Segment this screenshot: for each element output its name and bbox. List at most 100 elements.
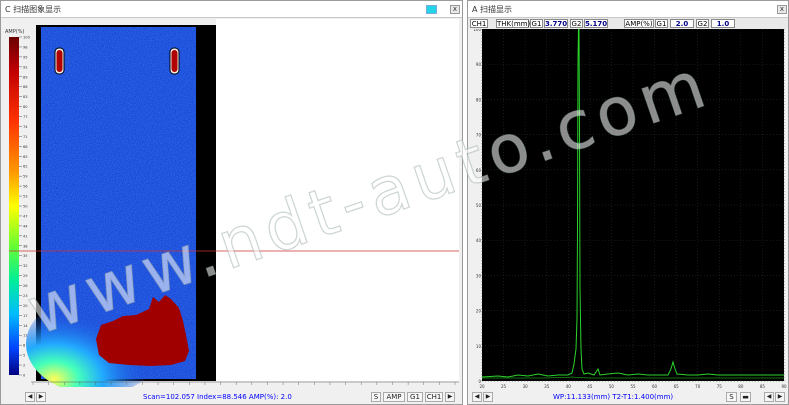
a-scan-x-tick-label: 35 — [544, 384, 550, 389]
a-scan-nav-left[interactable]: ◀ — [472, 392, 482, 402]
scan-axis-tick-label: 100 — [186, 386, 194, 387]
a-scan-y-tick-label: 10 — [476, 344, 482, 349]
color-scale-tick-label: 53 — [23, 195, 28, 199]
color-scale-tick-label: 0 — [23, 374, 26, 378]
a-scan-close-button[interactable]: x — [777, 5, 787, 14]
scan-axis-tick-label: 160 — [279, 386, 287, 387]
c-scan-amp-button[interactable]: AMP — [383, 392, 405, 402]
scan-axis-tick-label: 190 — [326, 386, 334, 387]
a-scan-y-tick-label: 70 — [476, 133, 482, 138]
color-scale-tick-label: 2 — [23, 364, 25, 368]
a-scan-x-tick-label: 75 — [717, 384, 723, 389]
scan-empty-area — [216, 19, 459, 381]
scan-axis-tick-label: 0 — [32, 386, 35, 387]
a-scan-y-tick-label: 100 — [473, 29, 481, 32]
thk-g2-label: G2 — [570, 19, 583, 28]
a-scan-nav-right-end[interactable]: ▶ — [775, 392, 785, 402]
scan-axis-tick-label: 260 — [436, 386, 444, 387]
c-scan-image[interactable]: AMP(%) 100989592898683807774716865625956… — [1, 19, 462, 387]
amp-color-scale — [9, 37, 19, 375]
color-scale-tick-label: 44 — [23, 224, 28, 228]
color-scale-ticks: 1009895928986838077747168656259565350474… — [19, 36, 31, 378]
color-scale-tick-label: 35 — [23, 254, 28, 258]
scan-axis-tick-label: 40 — [93, 386, 98, 387]
a-scan-x-tick-label: 65 — [674, 384, 680, 389]
c-scan-close-button[interactable]: x — [450, 5, 460, 14]
scan-axis-tick-label: 60 — [124, 386, 129, 387]
scan-axis-tick-label: 10 — [46, 386, 51, 387]
color-scale-tick-label: 23 — [23, 294, 28, 298]
color-scale-tick-label: 5 — [23, 354, 25, 358]
c-scan-status: Scan=102.057 Index=88.546 AMP(%): 2.0 — [143, 393, 292, 401]
c-scan-titlebar: C 扫描图象显示 x — [1, 1, 462, 18]
scan-axis-tick-label: 240 — [404, 386, 412, 387]
color-scale-tick-label: 20 — [23, 304, 28, 308]
a-scan-titlebar: A 扫描显示 x — [468, 1, 788, 18]
channel-label[interactable]: CH1 — [470, 19, 488, 28]
c-scan-title: C 扫描图象显示 — [5, 5, 62, 14]
color-scale-tick-label: 17 — [23, 314, 28, 318]
scan-axis-tick-label: 80 — [156, 386, 161, 387]
color-scale-tick-label: 47 — [23, 214, 28, 218]
a-scan-y-ticks: 1009080706050403020100 — [473, 29, 481, 384]
a-scan-y-tick-label: 40 — [476, 238, 482, 243]
color-scale-tick-label: 89 — [23, 75, 28, 79]
a-scan-y-tick-label: 20 — [476, 309, 482, 314]
scan-axis-tick-label: 50 — [109, 386, 114, 387]
a-scan-plot[interactable]: 1009080706050403020100 20 25 30 35 40 45 50 55 6… — [468, 29, 788, 391]
a-scan-window: A 扫描显示 x CH1 THK(mm) G1 3.770 G2 5.170 A… — [467, 0, 789, 405]
c-scan-nav-left[interactable]: ◀ — [25, 392, 35, 402]
color-scale-tick-label: 100 — [23, 36, 31, 40]
c-scan-nav-right-end[interactable]: ▶ — [445, 392, 455, 402]
scan-axis-tick-label: 30 — [77, 386, 82, 387]
color-scale-tick-label: 74 — [23, 125, 28, 129]
c-scan-window: C 扫描图象显示 x AMP(%) 100 98 95 92 89 86 83 … — [0, 0, 463, 405]
scan-axis-tick-label: 250 — [420, 386, 428, 387]
a-scan-mode-button[interactable]: ▬ — [740, 392, 751, 402]
c-scan-s-button[interactable]: S — [371, 392, 381, 402]
c-scan-color-swatch[interactable] — [426, 5, 437, 14]
scan-axis-tick-label: 200 — [342, 386, 350, 387]
color-scale-tick-label: 86 — [23, 85, 28, 89]
scan-axis-tick-label: 120 — [217, 386, 225, 387]
a-scan-s-button[interactable]: S — [726, 392, 737, 402]
a-scan-title: A 扫描显示 — [472, 5, 513, 14]
amp-g1-value: 2.0 — [670, 19, 694, 28]
c-scan-g1-button[interactable]: G1 — [407, 392, 423, 402]
a-scan-nav-left-end[interactable]: ◀ — [764, 392, 774, 402]
scan-axis-tick-label: 270 — [451, 386, 459, 387]
color-scale-tick-label: 92 — [23, 65, 28, 69]
a-scan-x-tick-label: 80 — [738, 384, 744, 389]
color-scale-tick-label: 50 — [23, 205, 28, 209]
amp-g2-label: G2 — [696, 19, 709, 28]
bolt-hole-left-fill — [56, 50, 63, 72]
color-scale-tick-label: 83 — [23, 95, 28, 99]
color-scale-tick-label: 26 — [23, 284, 28, 288]
thk-g2-value: 5.170 — [584, 19, 608, 28]
color-scale-tick-label: 29 — [23, 274, 28, 278]
a-scan-status: WP:11.133(mm) T2-T1:1.400(mm) — [553, 393, 674, 401]
a-scan-x-tick-label: 60 — [652, 384, 658, 389]
a-scan-x-tick-label: 25 — [501, 384, 507, 389]
a-scan-x-tick-label: 90 — [781, 384, 787, 389]
a-scan-nav-right[interactable]: ▶ — [483, 392, 493, 402]
a-scan-x-tick-label: 85 — [760, 384, 766, 389]
color-scale-tick-label: 41 — [23, 234, 28, 238]
color-scale-tick-label: 71 — [23, 135, 28, 139]
a-scan-y-tick-label: 30 — [476, 273, 482, 278]
c-scan-nav-right[interactable]: ▶ — [36, 392, 46, 402]
scan-axis-tick-label: 140 — [248, 386, 256, 387]
amp-g1-label: G1 — [655, 19, 668, 28]
thk-g1-label: G1 — [530, 19, 543, 28]
amp-g2-value: 1.0 — [711, 19, 735, 28]
scan-axis-tick-label: 210 — [358, 386, 366, 387]
color-scale-tick-label: 98 — [23, 45, 28, 49]
c-scan-ch1-button[interactable]: CH1 — [425, 392, 443, 402]
amp-label: AMP(%) — [624, 19, 654, 28]
color-scale-tick-label: 38 — [23, 244, 28, 248]
scan-axis-tick-label: 180 — [311, 386, 319, 387]
color-scale-tick-label: 8 — [23, 344, 26, 348]
color-scale-tick-label: 77 — [23, 115, 28, 119]
scan-axis-tick-label: 70 — [140, 386, 145, 387]
color-scale-tick-label: 68 — [23, 145, 28, 149]
